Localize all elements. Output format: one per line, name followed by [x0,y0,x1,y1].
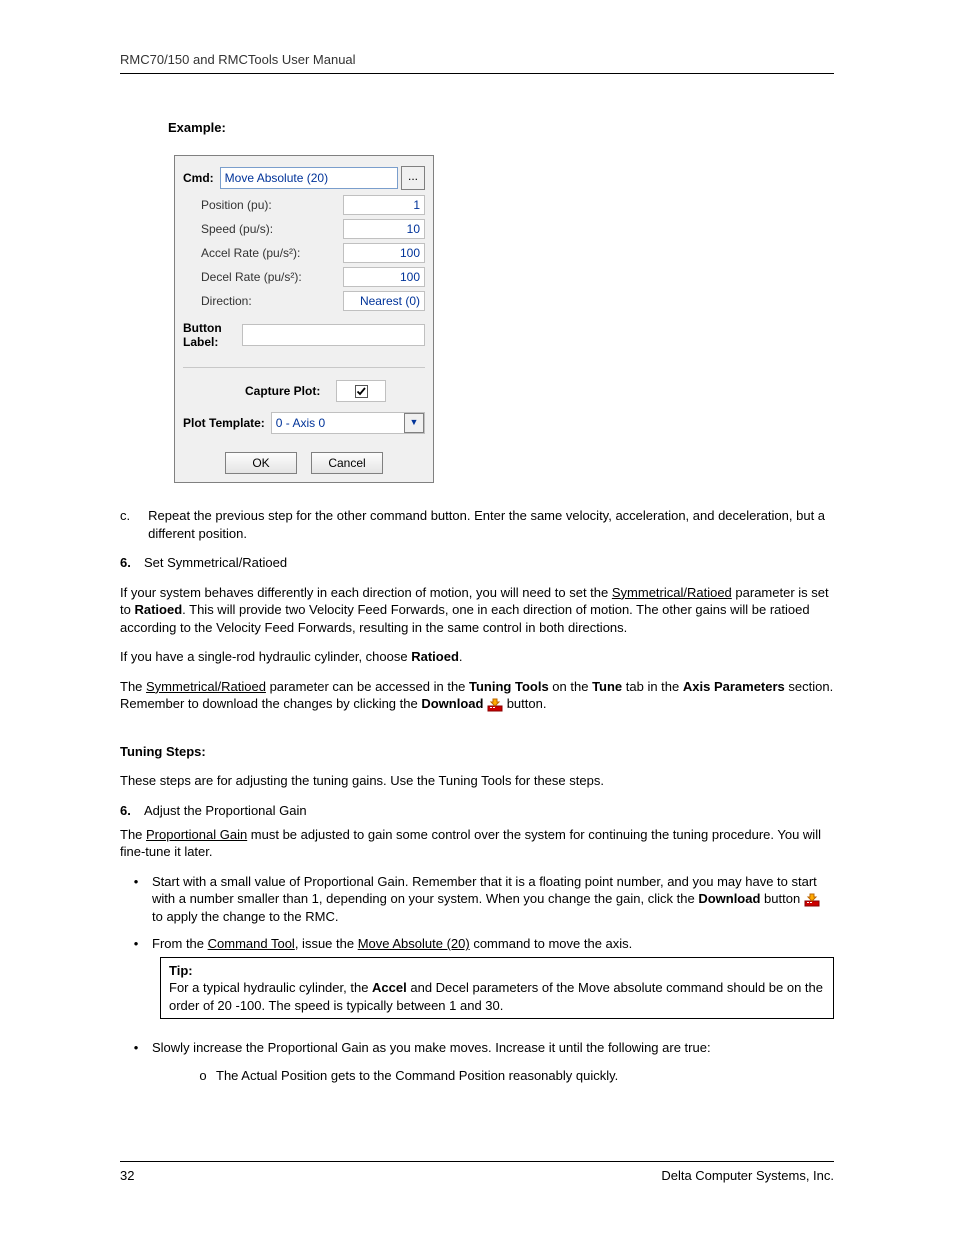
plot-template-value: 0 - Axis 0 [276,416,325,430]
dropdown-button[interactable]: ▼ [404,413,424,433]
param-accel-value[interactable] [343,243,425,263]
bullet-dot: • [120,873,152,926]
tuning-intro: These steps are for adjusting the tuning… [120,772,834,790]
bullet-dot: • [120,935,152,953]
param-decel-value[interactable] [343,267,425,287]
link-command-tool[interactable]: Command Tool [208,936,295,951]
button-label-label: Button Label: [183,321,238,349]
param-direction-label: Direction: [183,294,343,308]
cmd-browse-button[interactable]: ... [401,166,425,190]
sub-marker: o [190,1067,216,1085]
header-title: RMC70/150 and RMCTools User Manual [120,52,356,67]
page-number: 32 [120,1168,134,1183]
param-position-label: Position (pu): [183,198,343,212]
tip-text: For a typical hydraulic cylinder, the Ac… [169,979,825,1014]
checkbox-checked-icon [355,385,368,398]
bullet-dot: • [120,1039,152,1057]
page-header: RMC70/150 and RMCTools User Manual [120,52,834,74]
link-proportional-gain[interactable]: Proportional Gain [146,827,247,842]
ok-button[interactable]: OK [225,452,297,474]
link-move-absolute[interactable]: Move Absolute (20) [358,936,470,951]
capture-plot-checkbox[interactable] [336,380,386,402]
para-single-rod: If you have a single-rod hydraulic cylin… [120,648,834,666]
tip-box: Tip: For a typical hydraulic cylinder, t… [160,957,834,1020]
capture-plot-label: Capture Plot: [245,384,320,398]
plot-template-select[interactable]: 0 - Axis 0 ▼ [271,412,425,434]
param-speed-value[interactable] [343,219,425,239]
para-sym-ratioed-1: If your system behaves differently in ea… [120,584,834,637]
param-decel-label: Decel Rate (pu/s²): [183,270,343,284]
dialog-divider [183,367,425,368]
step6b-marker: 6. [120,802,144,820]
tip-label: Tip: [169,962,825,980]
cmd-input[interactable] [220,167,398,189]
step6a-marker: 6. [120,554,144,572]
param-speed-label: Speed (pu/s): [183,222,343,236]
para-access-tuning-tools: The Symmetrical/Ratioed parameter can be… [120,678,834,713]
link-symmetrical-ratioed[interactable]: Symmetrical/Ratioed [612,585,732,600]
para-proportional-gain: The Proportional Gain must be adjusted t… [120,826,834,861]
step6b-text: Adjust the Proportional Gain [144,802,307,820]
cmd-label: Cmd: [183,171,214,185]
param-accel-label: Accel Rate (pu/s²): [183,246,343,260]
page-footer: 32 Delta Computer Systems, Inc. [120,1161,834,1183]
step-c-text: Repeat the previous step for the other c… [148,507,834,542]
step-c-marker: c. [120,507,148,542]
param-position-value[interactable] [343,195,425,215]
link-symmetrical-ratioed-2[interactable]: Symmetrical/Ratioed [146,679,266,694]
command-dialog: Cmd: ... Position (pu): Speed (pu/s): Ac… [174,155,434,483]
param-direction-value[interactable] [343,291,425,311]
cancel-button[interactable]: Cancel [311,452,383,474]
bullet-slowly-increase: Slowly increase the Proportional Gain as… [152,1039,834,1057]
download-icon [804,893,820,907]
button-label-input[interactable] [242,324,425,346]
bullet-command-tool: From the Command Tool, issue the Move Ab… [152,935,834,953]
step6a-text: Set Symmetrical/Ratioed [144,554,287,572]
example-heading: Example: [168,120,834,135]
download-icon [487,698,503,712]
plot-template-label: Plot Template: [183,416,265,430]
tuning-steps-heading: Tuning Steps: [120,743,834,761]
footer-company: Delta Computer Systems, Inc. [661,1168,834,1183]
sub-text: The Actual Position gets to the Command … [216,1067,618,1085]
bullet-start-small: Start with a small value of Proportional… [152,873,834,926]
